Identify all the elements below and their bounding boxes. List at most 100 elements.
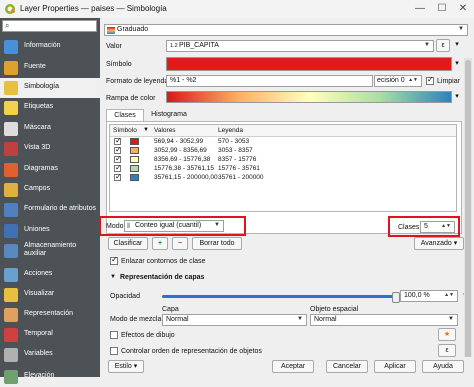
column-valores[interactable]: Valores — [154, 127, 176, 134]
sidebar-item-14[interactable]: Temporal — [0, 325, 100, 345]
enlazar-label: Enlazar contornos de clase — [121, 258, 206, 265]
order-by-icon[interactable]: ε — [438, 344, 456, 357]
table-header: Símbolo ▼ Valores Leyenda — [110, 125, 456, 137]
row-values[interactable]: 35761,15 - 200000,00 — [154, 174, 218, 181]
controlar-checkbox[interactable] — [110, 347, 118, 355]
dropdown-arrow[interactable]: ▾ — [452, 58, 462, 71]
layer-blend-select[interactable]: Normal ▼ — [162, 314, 307, 326]
table-row[interactable]: 3052,99 - 8356,69 3053 - 8357 — [110, 145, 456, 156]
sidebar-item-icon — [4, 142, 18, 156]
row-legend[interactable]: 570 - 3053 — [218, 138, 249, 145]
sidebar-item-icon — [4, 328, 18, 342]
column-simbolo[interactable]: Símbolo — [113, 127, 137, 134]
spin-arrows-icon: ▲▼ — [444, 292, 454, 298]
row-values[interactable]: 8356,69 - 15776,38 — [154, 156, 210, 163]
borrar-todo-button[interactable]: Borrar todo — [192, 237, 242, 250]
sidebar-item-label: Máscara — [24, 124, 51, 131]
sidebar-search-input[interactable]: ⌕ — [2, 20, 97, 32]
sidebar-item-5[interactable]: Vista 3D — [0, 139, 100, 159]
cancelar-button[interactable]: Cancelar — [326, 360, 368, 373]
aceptar-button[interactable]: Aceptar — [272, 360, 314, 373]
minimize-icon[interactable]: — — [410, 1, 430, 17]
row-checkbox[interactable] — [114, 172, 122, 181]
column-leyenda[interactable]: Leyenda — [218, 127, 243, 134]
sidebar-item-8[interactable]: Formulario de atributos — [0, 200, 100, 220]
table-row[interactable]: 569,94 - 3052,99 570 - 3053 — [110, 136, 456, 147]
sidebar-item-icon — [4, 81, 18, 95]
scrollbar-thumb[interactable] — [465, 60, 471, 360]
row-checkbox[interactable] — [114, 163, 122, 172]
expression-button[interactable]: ε — [436, 39, 450, 52]
close-icon[interactable]: ✕ — [453, 1, 473, 17]
color-ramp-button[interactable] — [166, 91, 452, 103]
row-symbol-swatch[interactable] — [130, 174, 139, 181]
sidebar-item-0[interactable]: Información — [0, 37, 100, 57]
row-values[interactable]: 569,94 - 3052,99 — [154, 138, 203, 145]
add-class-icon[interactable]: + — [152, 237, 168, 250]
sidebar-item-13[interactable]: Representación — [0, 305, 100, 325]
sidebar-item-16[interactable]: Elevación — [0, 367, 100, 387]
formato-input[interactable]: %1 - %2 — [166, 75, 373, 87]
avanzado-button[interactable]: Avanzado ▾ — [414, 237, 464, 250]
sidebar-item-label: Elevación — [24, 372, 55, 379]
row-legend[interactable]: 3053 - 8357 — [218, 147, 253, 154]
sidebar-item-4[interactable]: Máscara — [0, 119, 100, 139]
dropdown-arrow[interactable]: ▾ — [452, 91, 462, 104]
row-values[interactable]: 15776,38 - 35761,15 — [154, 165, 214, 172]
sidebar-item-12[interactable]: Visualizar — [0, 285, 100, 305]
remove-class-icon[interactable]: − — [172, 237, 188, 250]
modo-label: Modo — [106, 223, 124, 230]
classes-spinbox[interactable]: 5 ▲▼ — [420, 221, 455, 233]
sidebar-item-3[interactable]: Etiquetas — [0, 98, 100, 118]
row-symbol-swatch[interactable] — [130, 138, 139, 145]
opacity-spinbox[interactable]: 100,0 % ▲▼ — [400, 290, 458, 302]
row-checkbox[interactable] — [114, 145, 122, 154]
feature-blend-select[interactable]: Normal ▼ — [310, 314, 458, 326]
row-legend[interactable]: 8357 - 15776 — [218, 156, 256, 163]
row-legend[interactable]: 15776 - 35761 — [218, 165, 260, 172]
dropdown-arrow[interactable]: ▾ — [452, 39, 462, 52]
chevron-down-icon: ▼ — [448, 316, 454, 322]
aplicar-button[interactable]: Aplicar — [374, 360, 416, 373]
limpiar-checkbox[interactable] — [426, 75, 434, 85]
estilo-button[interactable]: Estilo ▾ — [108, 360, 144, 373]
valor-field[interactable]: 1.2 PIB_CAPITA ▼ — [166, 40, 434, 52]
opacity-slider-handle[interactable] — [392, 292, 400, 303]
tab-histograma[interactable]: Histograma — [144, 109, 194, 121]
enlazar-checkbox[interactable] — [110, 255, 118, 265]
mode-select[interactable]: ⫴ Conteo igual (cuantil) ▼ — [124, 220, 224, 232]
symbol-button[interactable] — [166, 57, 452, 71]
sidebar-item-icon — [4, 122, 18, 136]
renderer-select[interactable]: Graduado ▼ — [104, 24, 468, 36]
efectos-checkbox[interactable] — [110, 331, 118, 339]
maximize-icon[interactable]: ☐ — [432, 1, 452, 17]
precision-spinbox[interactable]: ecisión 0 ▲▼ — [374, 75, 422, 87]
table-row[interactable]: 15776,38 - 35761,15 15776 - 35761 — [110, 163, 456, 174]
symbology-panel: Graduado ▼ Valor 1.2 PIB_CAPITA ▼ ε ▾ Sí… — [99, 18, 474, 377]
sidebar-item-7[interactable]: Campos — [0, 180, 100, 200]
sidebar-item-icon — [4, 370, 18, 384]
row-values[interactable]: 3052,99 - 8356,69 — [154, 147, 207, 154]
collapse-icon[interactable]: ▼ — [110, 274, 116, 280]
table-row[interactable]: 8356,69 - 15776,38 8357 - 15776 — [110, 154, 456, 165]
sidebar-item-10[interactable]: Almacenamiento auxiliar — [0, 241, 100, 261]
sidebar-item-6[interactable]: Diagramas — [0, 160, 100, 180]
sidebar-item-15[interactable]: Variables — [0, 345, 100, 365]
classes-table: Símbolo ▼ Valores Leyenda 569,94 - 3052,… — [109, 124, 457, 212]
scrollbar[interactable] — [464, 58, 472, 368]
clasificar-button[interactable]: Clasificar — [108, 237, 148, 250]
sidebar-item-11[interactable]: Acciones — [0, 265, 100, 285]
sidebar-item-1[interactable]: Fuente — [0, 58, 100, 78]
row-symbol-swatch[interactable] — [130, 156, 139, 163]
opacity-slider[interactable] — [162, 295, 394, 298]
row-checkbox[interactable] — [114, 154, 122, 163]
row-symbol-swatch[interactable] — [130, 165, 139, 172]
row-symbol-swatch[interactable] — [130, 147, 139, 154]
sidebar-item-9[interactable]: Uniones — [0, 221, 100, 241]
ayuda-button[interactable]: Ayuda — [422, 360, 464, 373]
row-checkbox[interactable] — [114, 136, 122, 145]
row-legend[interactable]: 35761 - 200000 — [218, 174, 264, 181]
sidebar-item-2[interactable]: Simbología — [0, 78, 100, 98]
effects-star-icon[interactable]: ★ — [438, 328, 456, 341]
table-row[interactable]: 35761,15 - 200000,0035761 - 200000 — [110, 172, 456, 183]
